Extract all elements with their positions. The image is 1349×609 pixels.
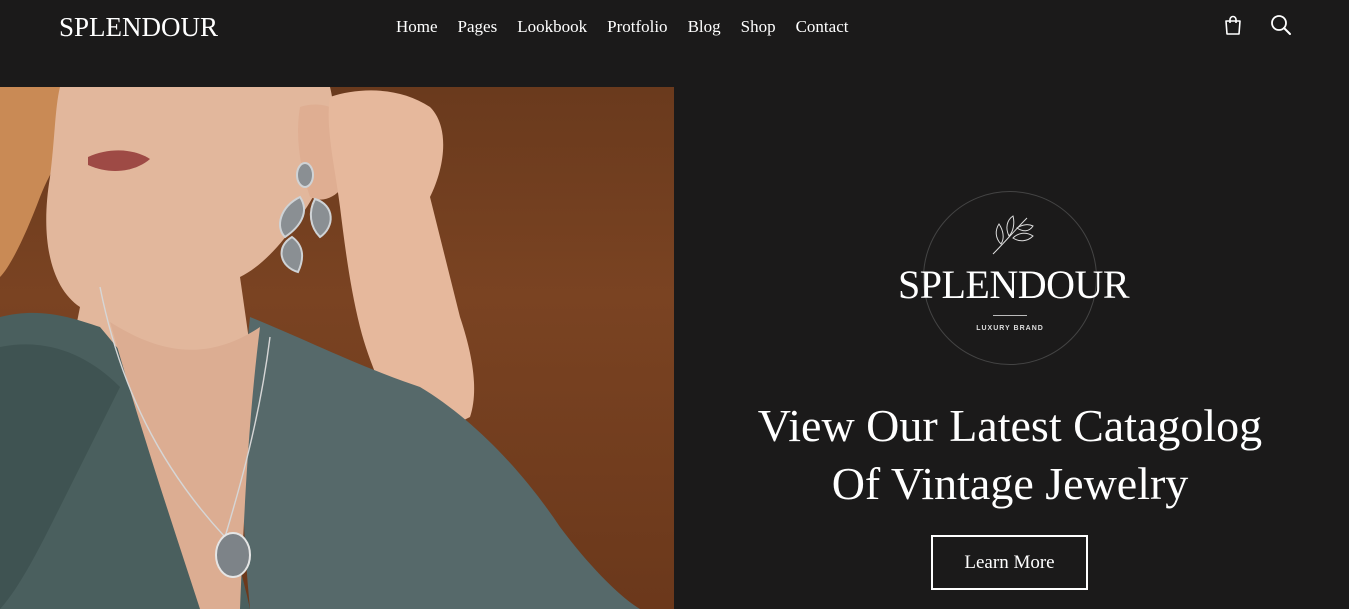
leaf-branch-icon (992, 215, 1034, 255)
hero-headline: View Our Latest Catagolog Of Vintage Jew… (700, 397, 1320, 513)
nav-item-blog[interactable]: Blog (688, 16, 721, 38)
header-icons (1222, 14, 1292, 36)
nav-item-home[interactable]: Home (396, 16, 438, 38)
nav-item-pages[interactable]: Pages (458, 16, 498, 38)
badge-brand-name: SPLENDOUR (898, 262, 1130, 307)
headline-line-2: Of Vintage Jewelry (831, 458, 1189, 509)
search-icon[interactable] (1270, 14, 1292, 36)
main-nav: Home Pages Lookbook Protfolio Blog Shop … (396, 16, 868, 38)
hero-model-photo (0, 87, 674, 609)
nav-item-lookbook[interactable]: Lookbook (517, 16, 587, 38)
shopping-bag-icon[interactable] (1222, 14, 1244, 36)
badge-divider (993, 315, 1027, 316)
site-logo[interactable]: SPLENDOUR (59, 10, 218, 44)
nav-item-portfolio[interactable]: Protfolio (607, 16, 667, 38)
badge-tagline: LUXURY BRAND (976, 325, 1044, 332)
headline-line-1: View Our Latest Catagolog (757, 400, 1263, 451)
site-header: SPLENDOUR Home Pages Lookbook Protfolio … (0, 0, 1349, 86)
learn-more-button[interactable]: Learn More (931, 535, 1088, 590)
nav-item-shop[interactable]: Shop (741, 16, 776, 38)
nav-item-contact[interactable]: Contact (796, 16, 849, 38)
